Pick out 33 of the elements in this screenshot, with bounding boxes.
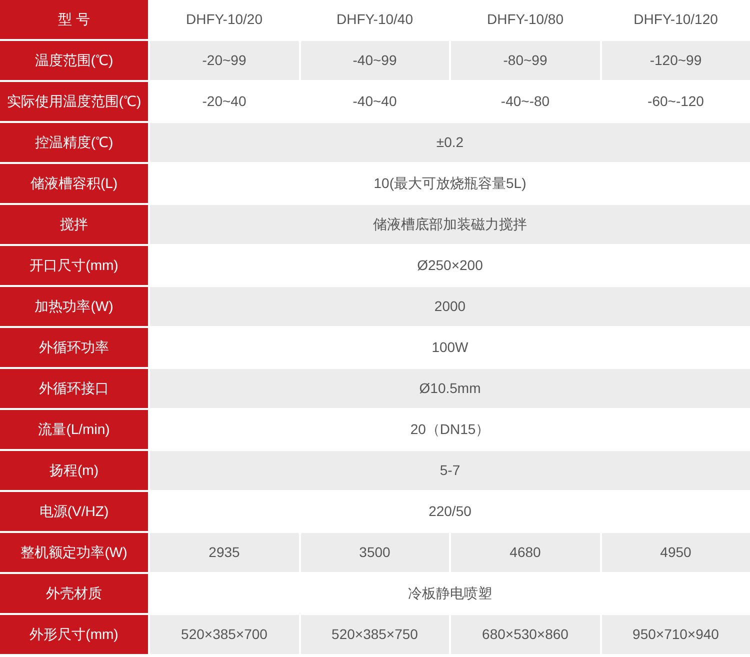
table-cell: 储液槽底部加装磁力搅拌 xyxy=(150,205,750,244)
row-header: 控温精度(℃) xyxy=(0,123,148,162)
row-header: 搅拌 xyxy=(0,205,148,244)
row-header: 整机额定功率(W) xyxy=(0,533,148,572)
table-cell: ±0.2 xyxy=(150,123,750,162)
table-cell: 5-7 xyxy=(150,451,750,490)
table-cell: 4680 xyxy=(451,533,600,572)
table-cell: 950×710×940 xyxy=(602,615,750,654)
row-header: 外循环接口 xyxy=(0,369,148,408)
table-cell: 520×385×700 xyxy=(150,615,298,654)
row-header: 外形尺寸(mm) xyxy=(0,615,148,654)
table-cell: 2000 xyxy=(150,287,750,326)
table-cell: -20~99 xyxy=(150,41,298,80)
table-cell: 2935 xyxy=(150,533,298,572)
row-header: 外壳材质 xyxy=(0,574,148,613)
row-header: 型 号 xyxy=(0,0,148,39)
table-cell: -120~99 xyxy=(602,41,750,80)
table-cell: 4950 xyxy=(602,533,750,572)
table-cell: -80~99 xyxy=(451,41,600,80)
table-cell: 3500 xyxy=(300,533,449,572)
table-cell: Ø10.5mm xyxy=(150,369,750,408)
row-header: 流量(L/min) xyxy=(0,410,148,449)
table-cell: 520×385×750 xyxy=(300,615,449,654)
row-header: 加热功率(W) xyxy=(0,287,148,326)
row-header: 实际使用温度范围(℃) xyxy=(0,82,148,121)
row-header: 储液槽容积(L) xyxy=(0,164,148,203)
row-header: 温度范围(℃) xyxy=(0,41,148,80)
table-cell: 680×530×860 xyxy=(451,615,600,654)
table-cell: -40~99 xyxy=(300,41,449,80)
row-header: 电源(V/HZ) xyxy=(0,492,148,531)
row-header: 开口尺寸(mm) xyxy=(0,246,148,285)
row-header: 扬程(m) xyxy=(0,451,148,490)
row-header: 外循环功率 xyxy=(0,328,148,367)
